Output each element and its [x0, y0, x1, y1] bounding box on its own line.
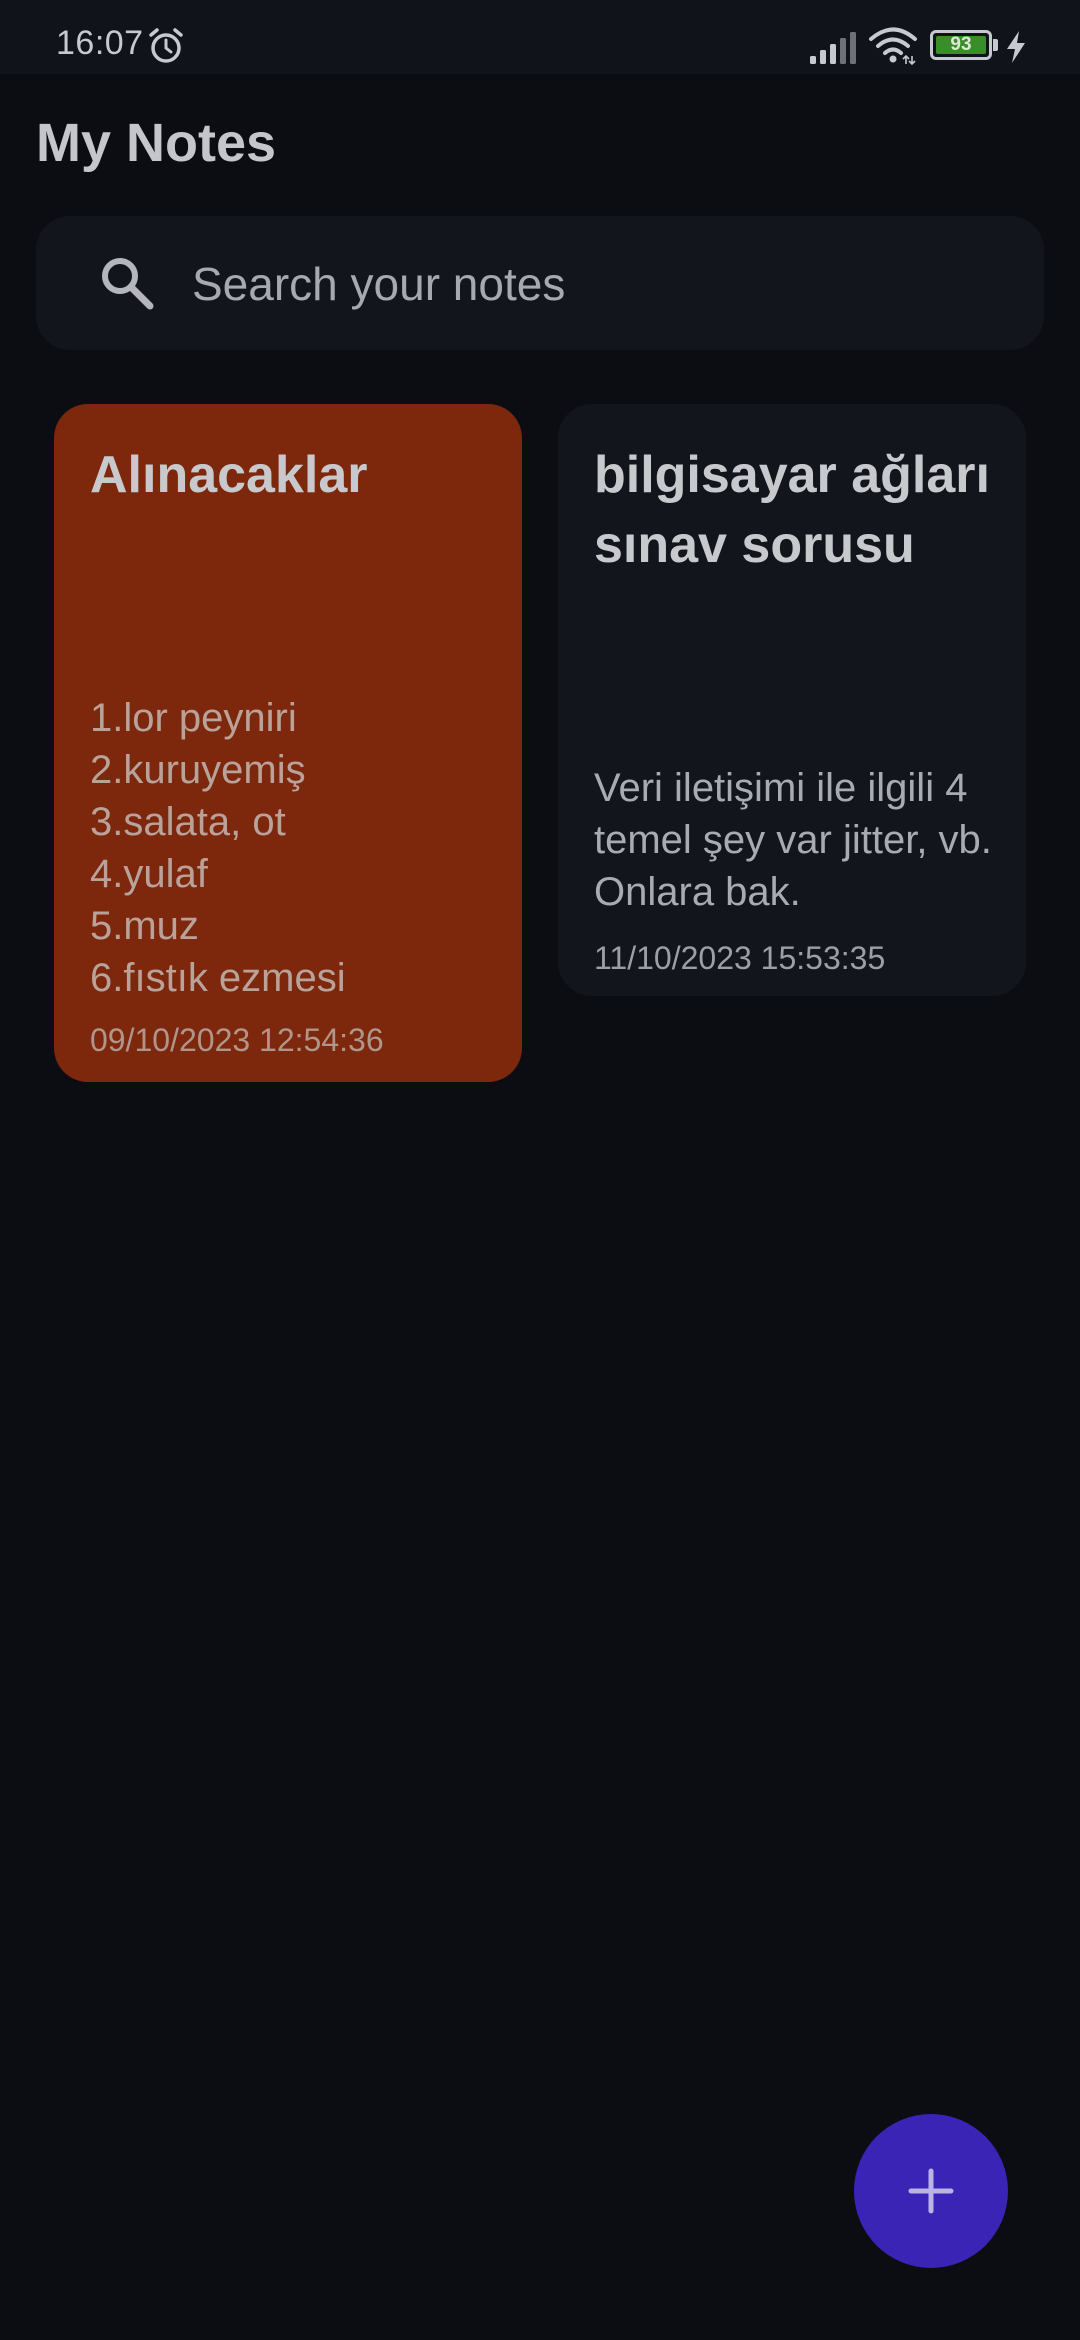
- plus-icon: [908, 2168, 954, 2214]
- battery-level: 93: [950, 34, 972, 55]
- search-icon: [102, 258, 154, 310]
- status-time: 16:07: [56, 24, 144, 62]
- note-card[interactable]: Alınacaklar 1.lor peyniri 2.kuruyemiş 3.…: [54, 404, 522, 1082]
- note-body: 1.lor peyniri 2.kuruyemiş 3.salata, ot 4…: [90, 696, 346, 1000]
- charging-bolt-icon: [1007, 31, 1025, 63]
- note-body: Veri iletişimi ile ilgili 4 temel şey va…: [594, 766, 992, 914]
- battery-icon: 93: [930, 30, 1000, 64]
- search-input[interactable]: [190, 246, 994, 322]
- notes-screen: 16:07 93 My Notes Search your notes Alın…: [0, 0, 1080, 2340]
- note-title: Alınacaklar: [90, 446, 368, 504]
- add-note-button[interactable]: [854, 2114, 1008, 2268]
- search-bar[interactable]: [36, 216, 1044, 350]
- status-bar: 16:07 93: [0, 0, 1080, 74]
- page-title: My Notes: [36, 113, 277, 173]
- note-date: 11/10/2023 15:53:35: [594, 940, 886, 976]
- signal-icon: [810, 32, 856, 64]
- wifi-icon: [869, 27, 917, 66]
- note-date: 09/10/2023 12:54:36: [90, 1022, 384, 1058]
- note-title: bilgisayar ağları sınav sorusu: [594, 446, 990, 574]
- note-card[interactable]: bilgisayar ağları sınav sorusu Veri ilet…: [558, 404, 1026, 996]
- alarm-icon: [149, 28, 183, 63]
